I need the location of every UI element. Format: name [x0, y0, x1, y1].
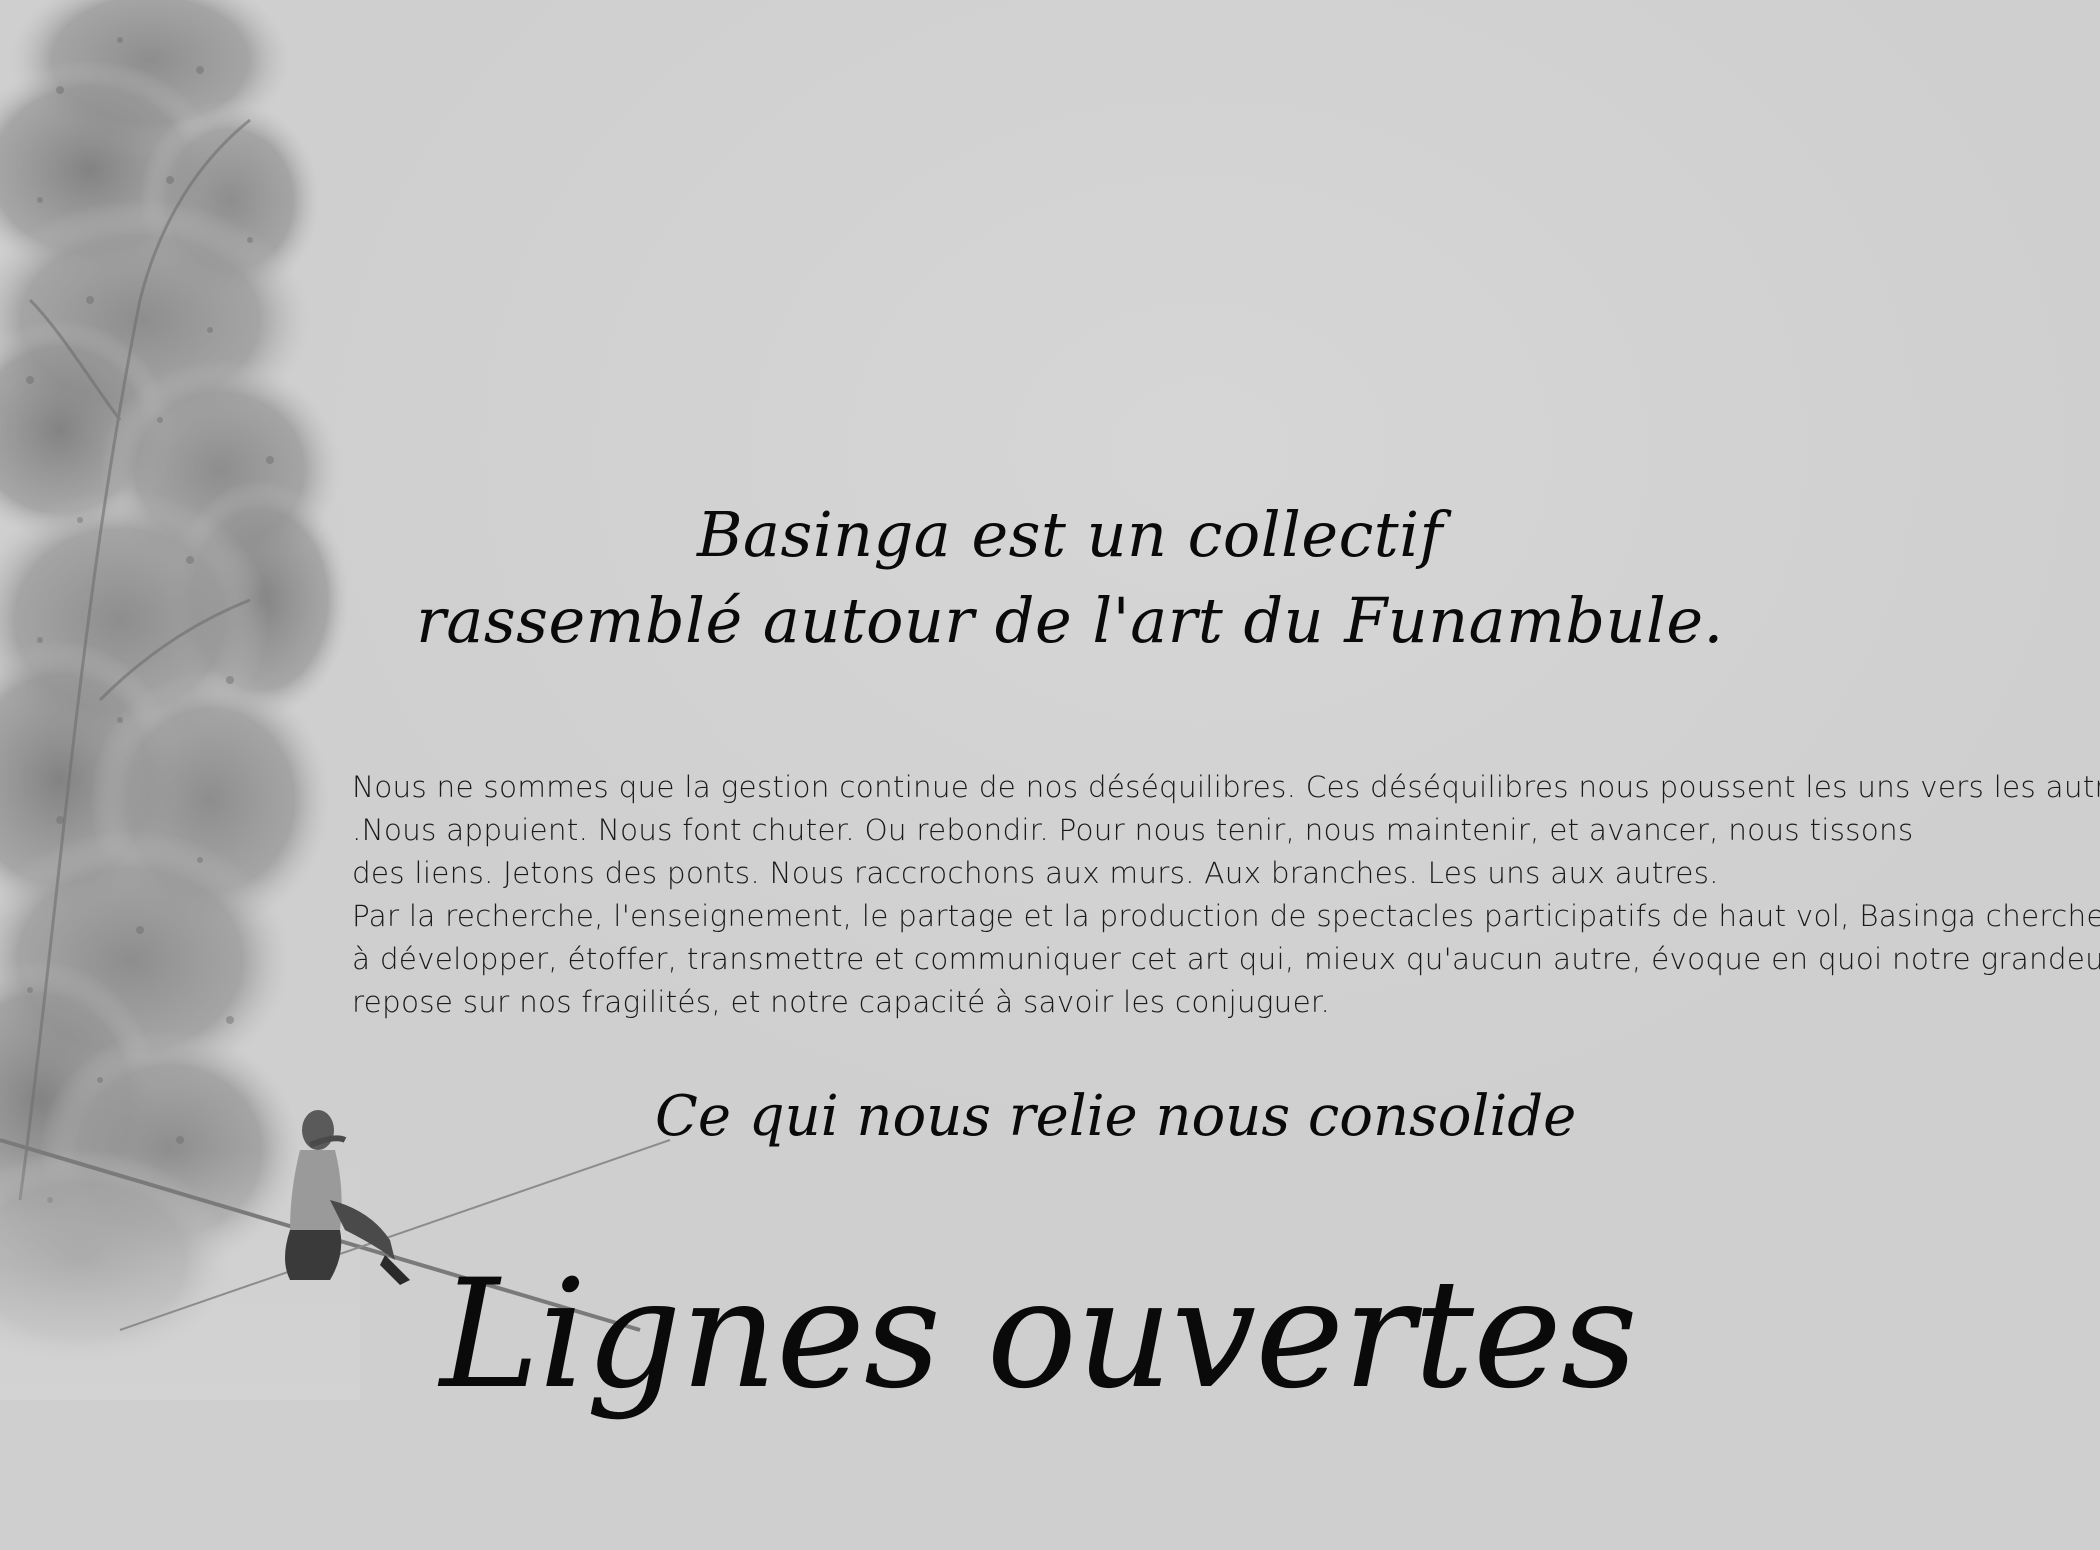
description-line: repose sur nos fragilités, et notre capa…: [352, 985, 1331, 1019]
description-line: à développer, étoffer, transmettre et co…: [352, 942, 2100, 976]
description-paragraph: Nous ne sommes que la gestion continue d…: [352, 766, 2100, 1024]
description-line: Par la recherche, l'enseignement, le par…: [352, 899, 2100, 933]
funambulist-figure: [285, 1110, 410, 1285]
motto: Ce qui nous relie nous consolide: [655, 1084, 1577, 1149]
tagline-line-2: rassemblé autour de l'art du Funambule.: [416, 584, 1724, 657]
page-title: Lignes ouvertes: [440, 1248, 1638, 1422]
description-line: Nous ne sommes que la gestion continue d…: [352, 770, 2100, 804]
description-line: des liens. Jetons des ponts. Nous raccro…: [352, 856, 1719, 890]
description-line: .Nous appuient. Nous font chuter. Ou reb…: [352, 813, 1914, 847]
tagline-line-1: Basinga est un collectif: [697, 498, 1443, 571]
